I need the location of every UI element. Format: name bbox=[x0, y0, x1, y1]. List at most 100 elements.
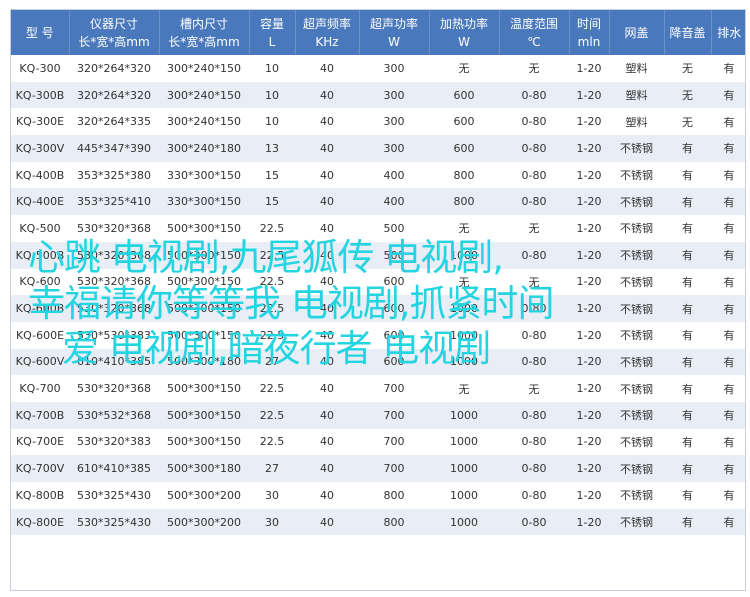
table-cell: 1000 bbox=[429, 482, 499, 509]
table-cell: 0-80 bbox=[499, 188, 569, 216]
table-cell: 700 bbox=[359, 455, 429, 482]
table-cell: 27 bbox=[249, 455, 295, 482]
column-header-label: 排水 bbox=[717, 25, 742, 40]
column-header: 容量 L bbox=[248, 10, 295, 55]
table-cell: 1-20 bbox=[569, 295, 609, 322]
column-header: 加热功率 W bbox=[428, 10, 499, 55]
table-cell: 1-20 bbox=[569, 161, 609, 189]
table-cell: 13 bbox=[249, 135, 295, 162]
table-cell: 不锈钢 bbox=[609, 215, 664, 242]
table-cell: 不锈钢 bbox=[609, 508, 664, 536]
table-cell: 有 bbox=[664, 428, 711, 456]
table-cell: KQ-800E bbox=[11, 508, 69, 536]
table-row: KQ-700V 610*410*385 500*300*180 27 40 700 1000… bbox=[11, 455, 745, 482]
table-cell: 有 bbox=[711, 375, 745, 402]
table-cell: 1-20 bbox=[569, 401, 609, 429]
table-cell: 有 bbox=[711, 295, 745, 322]
table-cell: 40 bbox=[295, 241, 359, 269]
column-header-label: 时间 bbox=[576, 16, 601, 31]
table-cell: 22.5 bbox=[249, 321, 295, 349]
table-row: KQ-600B 530*320*368 500*300*150 22.5 40 600 10… bbox=[11, 295, 745, 322]
table-cell: 有 bbox=[711, 268, 745, 296]
table-cell: 300*240*150 bbox=[159, 108, 249, 136]
column-header-label: 温度范围 bbox=[509, 16, 558, 31]
table-cell: 40 bbox=[295, 482, 359, 509]
table-cell: 不锈钢 bbox=[609, 401, 664, 429]
table-cell: 300*240*150 bbox=[159, 81, 249, 109]
table-cell: 40 bbox=[295, 455, 359, 482]
table-cell: 无 bbox=[499, 215, 569, 242]
table-cell: 1-20 bbox=[569, 508, 609, 536]
table-cell: 塑料 bbox=[609, 55, 664, 82]
table-row: KQ-400B 353*325*380 330*300*150 15 40 400 800 0… bbox=[11, 161, 745, 189]
table-cell: 600 bbox=[359, 268, 429, 296]
table-cell: 22.5 bbox=[249, 268, 295, 296]
table-cell: 353*325*410 bbox=[69, 188, 159, 216]
table-cell: 320*264*320 bbox=[69, 81, 159, 109]
table-cell: 有 bbox=[664, 295, 711, 322]
table-cell: 530*325*430 bbox=[69, 482, 159, 509]
table-cell: 1000 bbox=[429, 455, 499, 482]
column-header-label: 降音盖 bbox=[669, 25, 706, 40]
table-cell: 600 bbox=[359, 348, 429, 376]
table-cell: 600 bbox=[359, 295, 429, 322]
table-cell: 1000 bbox=[429, 321, 499, 349]
table-cell: 有 bbox=[711, 188, 745, 216]
table-cell: 10 bbox=[249, 81, 295, 109]
table-cell: 530*532*368 bbox=[69, 401, 159, 429]
table-cell: 不锈钢 bbox=[609, 188, 664, 216]
table-cell: 无 bbox=[664, 55, 711, 82]
column-header-unit: W bbox=[458, 34, 470, 49]
table-cell: 有 bbox=[664, 161, 711, 189]
table-cell: 有 bbox=[664, 321, 711, 349]
table-cell: 600 bbox=[429, 81, 499, 109]
table-cell: 有 bbox=[664, 401, 711, 429]
column-header-unit: L bbox=[268, 34, 276, 49]
table-cell: KQ-700E bbox=[11, 428, 69, 456]
table-cell: 500*300*180 bbox=[159, 348, 249, 376]
table-cell: 500*300*150 bbox=[159, 241, 249, 269]
column-header-label: 槽内尺寸 bbox=[179, 16, 228, 31]
table-cell: 22.5 bbox=[249, 428, 295, 456]
table-cell: KQ-400E bbox=[11, 188, 69, 216]
column-header-unit: W bbox=[388, 34, 400, 49]
table-cell: 40 bbox=[295, 268, 359, 296]
table-cell: 有 bbox=[711, 108, 745, 136]
table-cell: 塑料 bbox=[609, 108, 664, 136]
table-cell: 不锈钢 bbox=[609, 428, 664, 456]
spec-table-frame: 型 号仪器尺寸 长*宽*高mm 槽内尺寸 长*宽*高mm 容量 L 超声频率 KHz 超声功率 W… bbox=[10, 9, 746, 591]
table-cell: 530*320*368 bbox=[69, 268, 159, 296]
column-header-unit: 长*宽*高mm bbox=[78, 34, 150, 49]
table-cell: 不锈钢 bbox=[609, 482, 664, 509]
table-cell: 500*300*150 bbox=[159, 321, 249, 349]
table-cell: 500*300*150 bbox=[159, 401, 249, 429]
table-cell: 1-20 bbox=[569, 215, 609, 242]
table-cell: 0-80 bbox=[499, 161, 569, 189]
table-cell: 40 bbox=[295, 108, 359, 136]
table-cell: 40 bbox=[295, 321, 359, 349]
table-row: KQ-600 530*320*368 500*300*150 22.5 40 600 无无 1… bbox=[11, 268, 745, 296]
table-cell: 500*300*200 bbox=[159, 508, 249, 536]
table-cell: 600 bbox=[359, 321, 429, 349]
column-header-unit: mln bbox=[577, 34, 601, 49]
table-cell: 400 bbox=[359, 188, 429, 216]
table-cell: 40 bbox=[295, 215, 359, 242]
table-cell: 22.5 bbox=[249, 401, 295, 429]
column-header: 网盖 bbox=[608, 10, 664, 55]
table-row: KQ-300B 320*264*320 300*240*150 10 40 300 600 0… bbox=[11, 81, 745, 109]
table-cell: 1000 bbox=[429, 295, 499, 322]
table-cell: 320*264*335 bbox=[69, 108, 159, 136]
table-cell: 有 bbox=[664, 215, 711, 242]
table-cell: 40 bbox=[295, 295, 359, 322]
table-cell: 0-80 bbox=[499, 348, 569, 376]
table-row: KQ-800B 530*325*430 500*300*200 30 40 800 1000… bbox=[11, 482, 745, 509]
table-row: KQ-300 320*264*320 300*240*150 10 40 300 无无 1-2… bbox=[11, 55, 745, 82]
column-header-label: 加热功率 bbox=[439, 16, 488, 31]
table-cell: 500*300*200 bbox=[159, 482, 249, 509]
table-cell: 不锈钢 bbox=[609, 295, 664, 322]
table-cell: 320*264*320 bbox=[69, 55, 159, 82]
table-cell: KQ-300V bbox=[11, 135, 69, 162]
table-cell: KQ-700B bbox=[11, 401, 69, 429]
table-cell: 不锈钢 bbox=[609, 455, 664, 482]
table-row: KQ-300E 320*264*335 300*240*150 10 40 300 600 0… bbox=[11, 108, 745, 136]
